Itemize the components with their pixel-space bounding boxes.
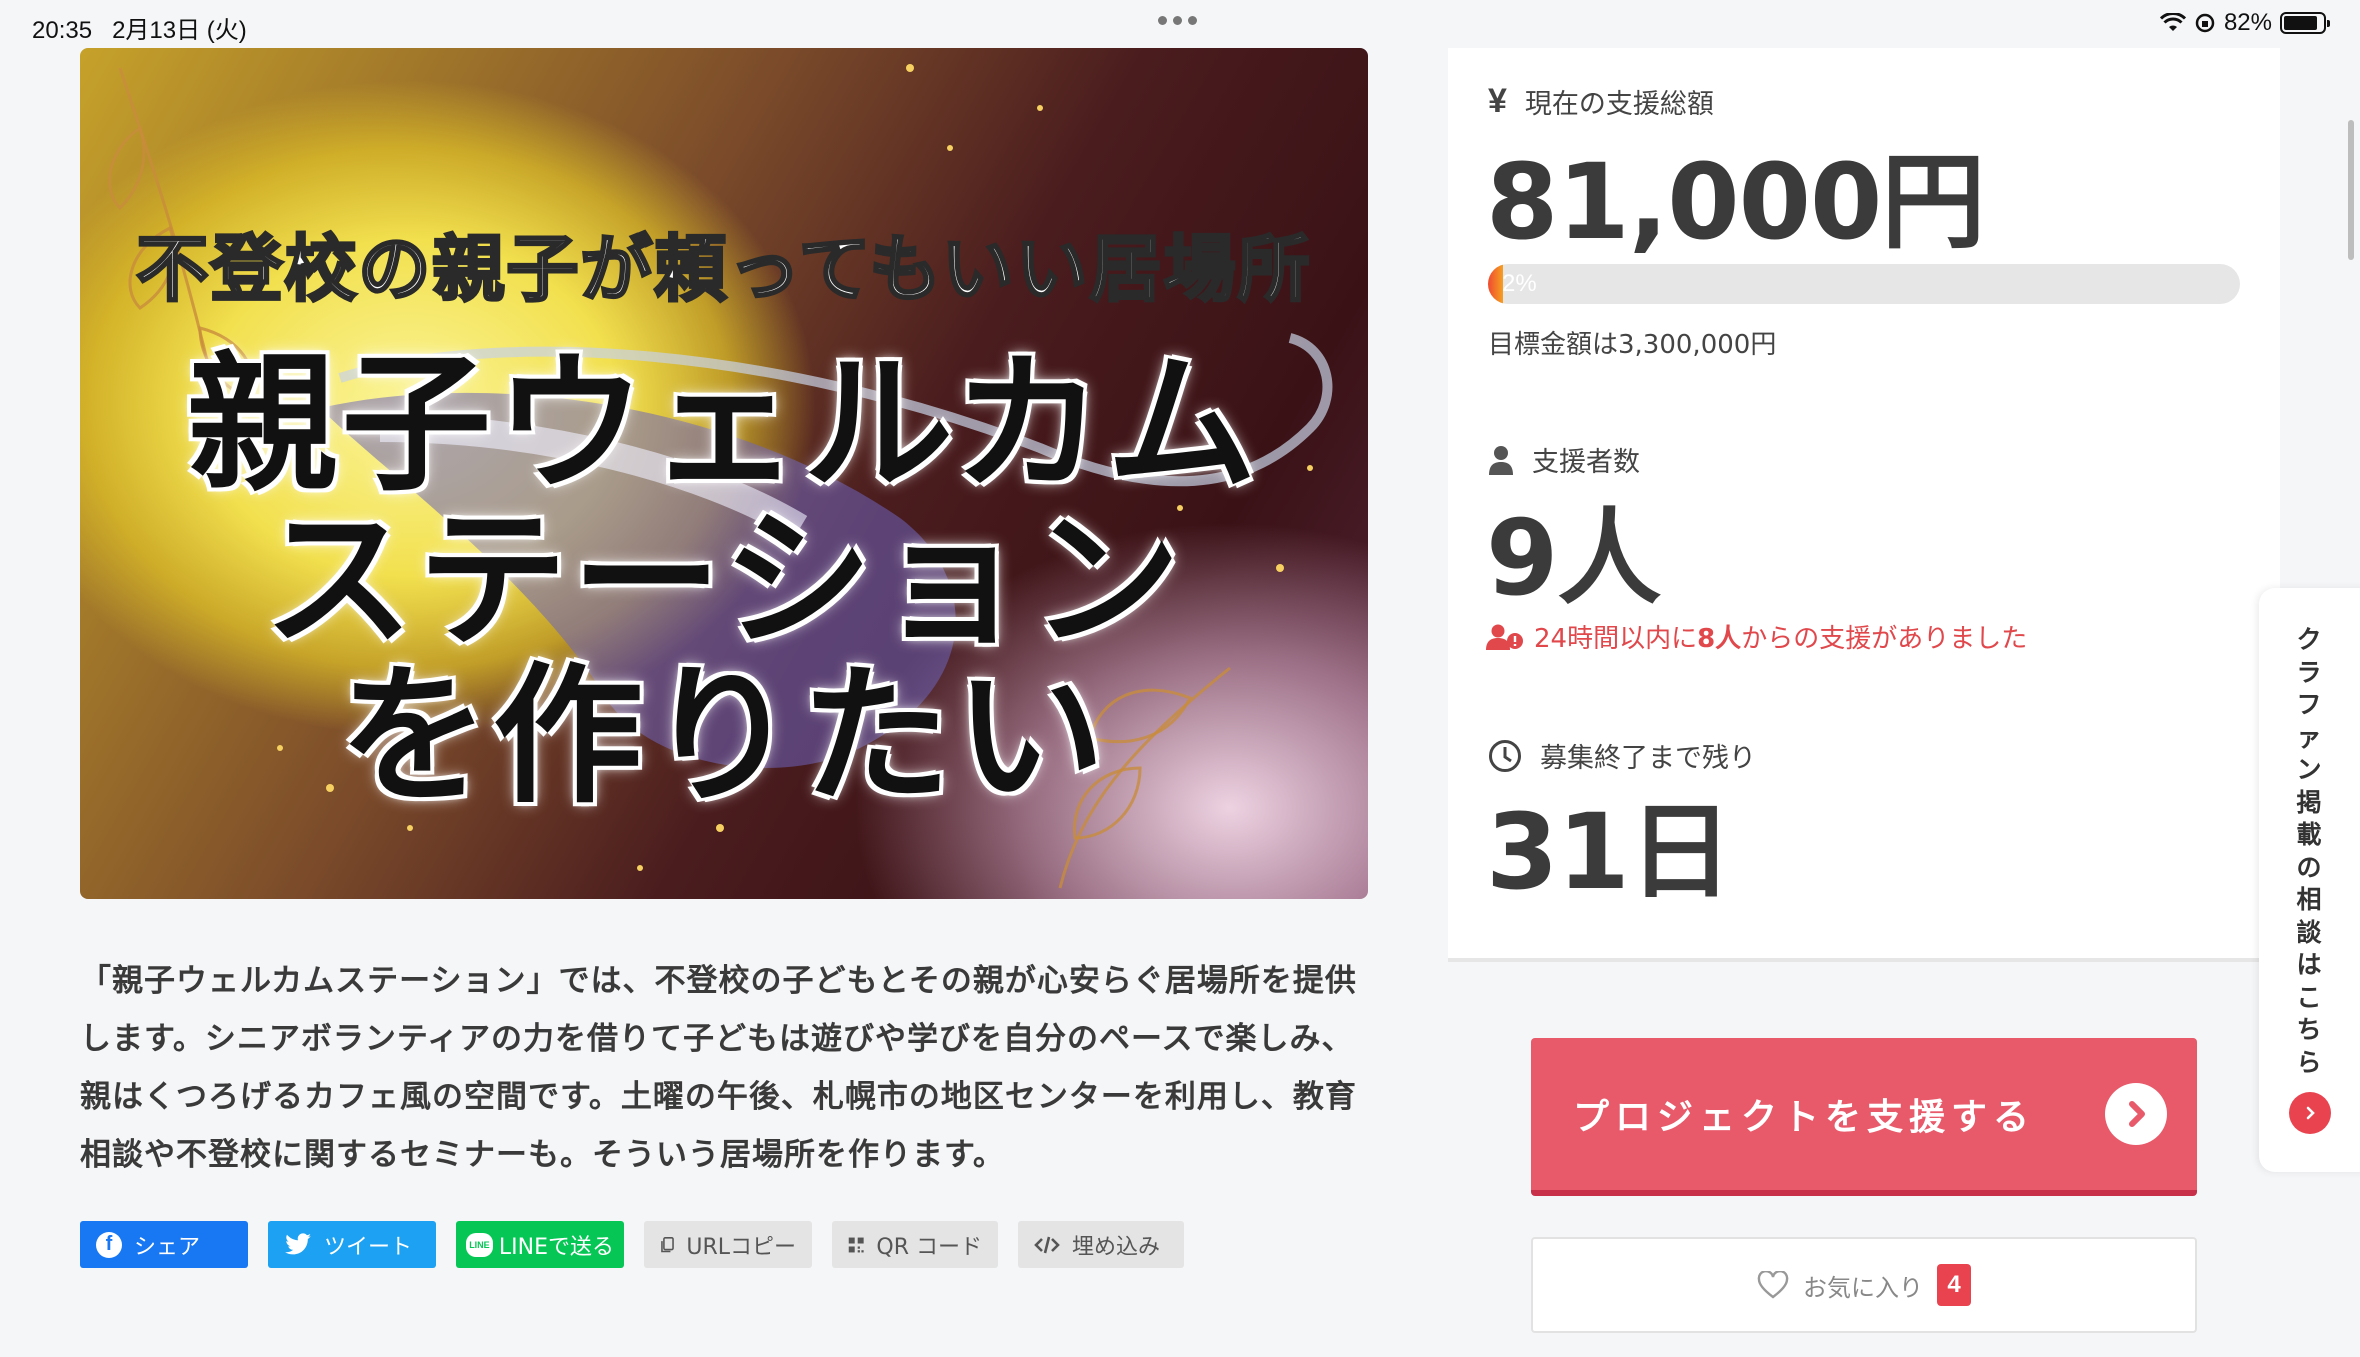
orientation-lock-icon (2195, 13, 2215, 33)
facebook-icon: f (96, 1231, 122, 1258)
twitter-share-button[interactable]: ツイート (268, 1221, 436, 1268)
status-bar: 20:35 2月13日 (火) 82% (0, 0, 2360, 46)
funding-stats-card: ¥ 現在の支援総額 81,000円 2% 目標金額は3,300,000円 支援者… (1448, 48, 2280, 962)
recent-prefix: 24時間以内に (1534, 624, 1698, 654)
recent-count: 8人 (1697, 624, 1742, 654)
facebook-share-label: シェア (134, 1234, 201, 1260)
line-share-label: LINEで送る (498, 1234, 614, 1260)
support-project-label: プロジェクトを支援する (1573, 1097, 2036, 1138)
person-icon (1489, 445, 1513, 475)
hero-title-line-2: ステーション (263, 494, 1185, 668)
backers-label: 支援者数 (1532, 447, 1640, 478)
consultation-side-tab-label: クラファン掲載の相談はこちら (2296, 625, 2322, 1077)
remaining-value: 31日 (1486, 791, 1733, 913)
qr-code-label: QR コード (876, 1234, 982, 1260)
status-time: 20:35 2月13日 (火) (32, 17, 247, 44)
favorite-count-badge: 4 (1937, 1264, 1971, 1306)
backers-label-row: 支援者数 (1488, 440, 1640, 479)
code-icon (1034, 1236, 1060, 1253)
recent-suffix: からの支援がありました (1741, 624, 2028, 654)
yen-icon: ¥ (1488, 82, 1507, 120)
line-share-button[interactable]: LINE LINEで送る (456, 1221, 624, 1268)
support-project-button[interactable]: プロジェクトを支援する (1531, 1038, 2197, 1196)
progress-fill (1488, 264, 1504, 304)
battery-icon (2280, 12, 2330, 34)
twitter-share-label: ツイート (324, 1234, 413, 1260)
copy-icon (661, 1236, 674, 1252)
embed-label: 埋め込み (1072, 1234, 1161, 1260)
funding-progress-bar: 2% (1488, 264, 2240, 304)
multitasking-dots[interactable] (1158, 16, 1197, 25)
hero-title-line-3: を作りたい (338, 650, 1109, 824)
battery-percent: 82% (2223, 9, 2272, 36)
clock-icon (1489, 739, 1521, 772)
remaining-label-row: 募集終了まで残り (1488, 736, 1756, 775)
total-amount-value: 81,000円 (1486, 141, 1985, 263)
hero-subtitle: 不登校の親子が頼ってもいい居場所 (135, 226, 1312, 313)
goal-amount: 目標金額は3,300,000円 (1488, 330, 1777, 360)
remaining-label: 募集終了まで残り (1540, 743, 1756, 774)
url-copy-label: URLコピー (686, 1234, 796, 1260)
twitter-bird-icon (285, 1232, 311, 1254)
line-icon: LINE (466, 1232, 493, 1257)
share-buttons: f シェア ツイート LINE LINEで送る URLコピー QR コード 埋め… (80, 1221, 1184, 1268)
chevron-right-icon (2289, 1092, 2331, 1134)
users-alert-icon (1486, 624, 1523, 650)
page-scrollbar[interactable] (2348, 120, 2354, 260)
progress-percent: 2% (1502, 270, 1537, 297)
consultation-side-tab[interactable]: クラファン掲載の相談はこちら (2259, 588, 2360, 1172)
qr-code-button[interactable]: QR コード (832, 1221, 998, 1268)
hero-title-line-1: 親子ウェルカム (187, 338, 1261, 512)
heart-icon (1757, 1271, 1789, 1299)
facebook-share-button[interactable]: f シェア (80, 1221, 248, 1268)
project-hero-image: 不登校の親子が頼ってもいい居場所 親子ウェルカム ステーション を作りたい (80, 48, 1368, 899)
recent-support-notice: 24時間以内に8人からの支援がありました (1486, 618, 2027, 655)
wifi-icon (2159, 13, 2186, 31)
favorite-button[interactable]: お気に入り 4 (1531, 1237, 2197, 1333)
url-copy-button[interactable]: URLコピー (644, 1221, 812, 1268)
qr-code-icon (848, 1237, 864, 1252)
status-indicators: 82% (2159, 9, 2330, 37)
total-amount-label: 現在の支援総額 (1524, 89, 1714, 120)
backers-value: 9人 (1486, 497, 1661, 619)
embed-button[interactable]: 埋め込み (1018, 1221, 1184, 1268)
chevron-right-icon (2105, 1083, 2167, 1145)
project-description: 「親子ウェルカムステーション」では、不登校の子どもとその親が心安らぐ居場所を提供… (80, 963, 1357, 1173)
total-amount-label-row: ¥ 現在の支援総額 (1488, 82, 1714, 121)
favorite-label: お気に入り (1803, 1273, 1923, 1302)
